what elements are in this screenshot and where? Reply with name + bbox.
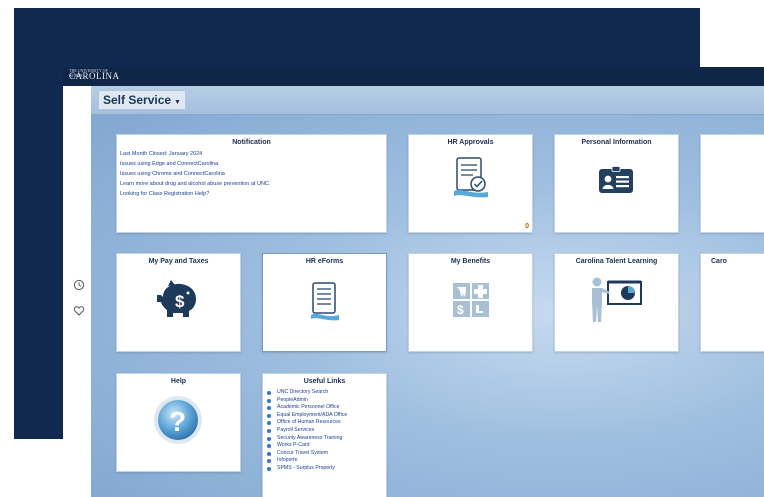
tile-title: Caro — [711, 258, 727, 265]
tile-hr-eforms[interactable]: HR eForms — [262, 253, 387, 352]
svg-text:$: $ — [175, 292, 185, 311]
link-item[interactable]: Equal Employment/ADA Office — [265, 412, 347, 420]
notification-list: Last Month Closed: January 2024 Issues u… — [120, 149, 270, 199]
tile-personal-information[interactable]: Personal Information — [554, 134, 679, 233]
tile-title: Useful Links — [303, 378, 346, 385]
piggy-bank-icon: $ — [155, 278, 201, 320]
link-item[interactable]: Academic Personnel Office — [265, 404, 347, 412]
tile-title: My Pay and Taxes — [148, 258, 209, 265]
svg-text:$: $ — [457, 303, 464, 317]
homepage-content: Self Service ▼ Notification Last Month Cl… — [91, 86, 764, 497]
chevron-down-icon: ▼ — [174, 99, 181, 106]
link-item[interactable]: Concur Travel System — [265, 450, 347, 458]
clock-icon[interactable] — [73, 279, 85, 291]
notification-item[interactable]: Issues using Chrome and ConnectCarolina — [120, 169, 270, 179]
link-item[interactable]: Office of Human Resources — [265, 419, 347, 427]
tile-title: HR eForms — [305, 258, 344, 265]
tile-useful-links[interactable]: Useful Links UNC Directory Search People… — [262, 373, 387, 497]
notification-item[interactable]: Issues using Edge and ConnectCarolina — [120, 159, 270, 169]
id-card-icon — [598, 166, 634, 194]
svg-text:?: ? — [169, 406, 186, 437]
help-question-icon: ? — [152, 394, 204, 446]
presentation-icon — [588, 276, 644, 324]
notification-item[interactable]: Learn more about drug and alcohol abuse … — [120, 179, 270, 189]
link-item[interactable]: Payroll Services — [265, 427, 347, 435]
page-title-bar: Self Service ▼ — [91, 86, 764, 115]
tile-my-pay-and-taxes[interactable]: My Pay and Taxes $ — [116, 253, 241, 352]
tile-title: Personal Information — [581, 139, 652, 146]
tile-title: Carolina Talent Learning — [575, 258, 658, 265]
eform-document-icon — [310, 282, 340, 322]
logo-small-text: THE UNIVERSITY OF NORTH — [69, 68, 108, 78]
tile-help[interactable]: Help ? — [116, 373, 241, 472]
top-banner: THE UNIVERSITY OF NORTH CAROLINA — [63, 67, 764, 86]
tile-partial-carolina[interactable]: Caro — [700, 253, 764, 352]
tile-title: Notification — [232, 139, 271, 146]
approvals-count-badge: 0 — [525, 223, 529, 230]
link-item[interactable]: Works P-Card — [265, 442, 347, 450]
tile-notification[interactable]: Notification Last Month Closed: January … — [116, 134, 387, 233]
link-item[interactable]: UNC Directory Search — [265, 389, 347, 397]
app-window: THE UNIVERSITY OF NORTH CAROLINA Self Se… — [63, 67, 764, 497]
useful-links-list: UNC Directory Search PeopleAdmin Academi… — [265, 389, 347, 473]
tile-title: My Benefits — [450, 258, 491, 265]
tile-title: Help — [170, 378, 187, 385]
university-logo[interactable]: THE UNIVERSITY OF NORTH CAROLINA — [69, 68, 120, 81]
link-item[interactable]: SPMS - Surplus Property — [265, 465, 347, 473]
tile-hr-approvals[interactable]: HR Approvals 0 — [408, 134, 533, 233]
tile-partial-top[interactable] — [700, 134, 764, 233]
notification-item[interactable]: Looking for Class Registration Help? — [120, 189, 270, 199]
homepage-selector[interactable]: Self Service ▼ — [98, 90, 186, 110]
notification-item[interactable]: Last Month Closed: January 2024 — [120, 149, 270, 159]
link-item[interactable]: Infoporte — [265, 457, 347, 465]
tile-my-benefits[interactable]: My Benefits $ — [408, 253, 533, 352]
benefits-grid-icon: $ — [452, 282, 490, 318]
page-title: Self Service — [103, 93, 172, 107]
link-item[interactable]: Security Awareness Training — [265, 435, 347, 443]
link-item[interactable]: PeopleAdmin — [265, 397, 347, 405]
tile-carolina-talent-learning[interactable]: Carolina Talent Learning — [554, 253, 679, 352]
left-sidebar — [63, 86, 91, 497]
heart-icon[interactable] — [73, 305, 85, 317]
approval-document-icon — [452, 155, 490, 201]
tile-title: HR Approvals — [447, 139, 494, 146]
